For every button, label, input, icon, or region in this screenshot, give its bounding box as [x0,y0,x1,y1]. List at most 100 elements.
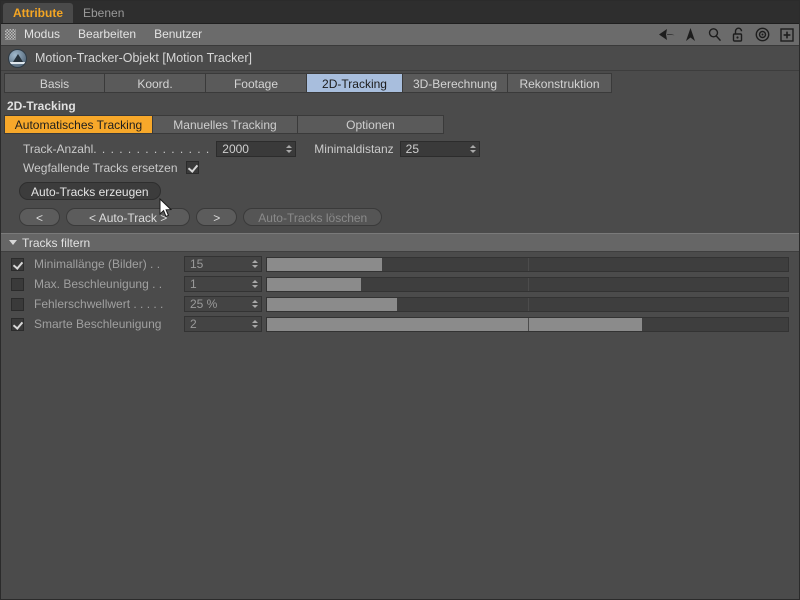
filter-row-fehlerschwellwert: Fehlerschwellwert . . . . . 25 % [1,294,799,314]
subtab-automatisches-tracking-label: Automatisches Tracking [14,118,143,132]
smarte-beschleunigung-stepper[interactable] [249,317,261,331]
auto-track-label: < Auto-Track > [89,211,168,225]
minimallaenge-slider[interactable] [266,256,789,272]
max-beschleunigung-value: 1 [190,277,197,291]
fehlerschwellwert-stepper[interactable] [249,297,261,311]
minimaldistanz-value: 25 [405,141,419,156]
fehlerschwellwert-slider-midmark [527,297,529,311]
max-beschleunigung-checkbox[interactable] [11,277,24,291]
wegfallende-tracks-checkbox[interactable] [185,161,199,174]
tab-koord-label: Koord. [137,77,173,91]
next-track-label: > [213,211,221,225]
sub-tab-bar: Automatisches Tracking Manuelles Trackin… [4,115,796,135]
minimaldistanz-stepper[interactable] [467,142,479,156]
smarte-beschleunigung-checkbox[interactable] [11,317,24,331]
prev-track-label: < [36,211,44,225]
tab-3d-berechnung[interactable]: 3D-Berechnung [402,73,507,93]
tracks-filtern-rows: Minimallänge (Bilder) . . 15 Max. Beschl… [1,252,799,334]
smarte-beschleunigung-value: 2 [190,317,197,331]
track-anzahl-value: 2000 [222,141,249,156]
wegfallende-tracks-label: Wegfallende Tracks ersetzen [23,160,178,175]
track-anzahl-input[interactable]: 2000 [216,140,297,157]
dots-grip-icon[interactable] [5,29,16,40]
minimaldistanz-label: Minimaldistanz [314,141,394,156]
tab-basis-label: Basis [39,77,70,91]
minimallaenge-input[interactable]: 15 [184,256,262,272]
minimallaenge-stepper[interactable] [249,257,261,271]
target-icon[interactable] [754,26,771,43]
max-beschleunigung-input[interactable]: 1 [184,276,262,292]
minimallaenge-label: Minimallänge (Bilder) . . [34,257,161,271]
smarte-beschleunigung-slider[interactable] [266,316,789,332]
palette-tab-attribute-label: Attribute [13,6,63,20]
generate-button-row: Auto-Tracks erzeugen [1,177,799,205]
subtab-manuelles-tracking[interactable]: Manuelles Tracking [152,115,297,134]
track-anzahl-stepper[interactable] [283,142,295,156]
tab-koord[interactable]: Koord. [104,73,205,93]
motion-tracker-icon-bar [10,61,25,64]
search-icon[interactable] [706,26,723,43]
minimallaenge-slider-midmark [527,257,529,271]
smarte-beschleunigung-slider-midmark [527,317,529,331]
auto-tracks-erzeugen-label: Auto-Tracks erzeugen [31,185,149,199]
tab-rekonstruktion[interactable]: Rekonstruktion [507,73,612,93]
prev-track-button[interactable]: < [19,208,61,226]
motion-tracker-icon [8,48,27,68]
max-beschleunigung-stepper[interactable] [249,277,261,291]
tab-basis[interactable]: Basis [4,73,104,93]
minimallaenge-checkbox[interactable] [11,257,24,271]
up-arrow-icon[interactable] [682,26,699,43]
palette-tab-ebenen-label: Ebenen [83,6,125,20]
tab-3d-berechnung-label: 3D-Berechnung [412,77,498,91]
menu-item-benutzer[interactable]: Benutzer [154,24,202,45]
tracks-filtern-group-header[interactable]: Tracks filtern [1,233,799,252]
max-beschleunigung-slider-fill [267,277,361,291]
subtab-manuelles-tracking-label: Manuelles Tracking [173,118,277,132]
tab-footage-label: Footage [233,77,279,91]
back-arrow-icon[interactable] [658,26,675,43]
menu-item-modus[interactable]: Modus [24,24,60,45]
palette-tab-attribute[interactable]: Attribute [3,3,73,23]
smarte-beschleunigung-input[interactable]: 2 [184,316,262,332]
fehlerschwellwert-slider[interactable] [266,296,789,312]
page-title: Motion-Tracker-Objekt [Motion Tracker] [35,51,252,65]
max-beschleunigung-label: Max. Beschleunigung . . [34,277,163,291]
tab-rekonstruktion-label: Rekonstruktion [519,77,600,91]
max-beschleunigung-slider-midmark [527,277,529,291]
parameter-area: Track-Anzahl . . . . . . . . . . . . . .… [1,135,799,229]
menu-item-bearbeiten[interactable]: Bearbeiten [78,24,136,45]
max-beschleunigung-slider[interactable] [266,276,789,292]
smarte-beschleunigung-slider-fill [267,317,643,331]
auto-track-button[interactable]: < Auto-Track > [66,208,191,226]
fehlerschwellwert-checkbox[interactable] [11,297,24,311]
auto-tracks-loeschen-label: Auto-Tracks löschen [258,211,368,225]
palette-tab-ebenen[interactable]: Ebenen [73,3,135,23]
chevron-down-icon [9,240,17,245]
track-navigation-row: < < Auto-Track > > Auto-Tracks löschen [1,205,799,229]
subtab-optionen-label: Optionen [346,118,395,132]
attribute-tab-bar: Basis Koord. Footage 2D-Tracking 3D-Bere… [4,73,796,94]
menu-bar: Modus Bearbeiten Benutzer [1,24,799,46]
next-track-button[interactable]: > [196,208,238,226]
row-track-anzahl: Track-Anzahl . . . . . . . . . . . . . .… [1,139,799,158]
tracks-filtern-label: Tracks filtern [22,235,91,250]
plus-box-icon[interactable] [778,26,795,43]
tab-footage[interactable]: Footage [205,73,306,93]
palette-tab-bar: Attribute Ebenen [1,1,799,24]
lock-open-icon[interactable] [730,26,747,43]
subtab-automatisches-tracking[interactable]: Automatisches Tracking [4,115,152,134]
object-header: Motion-Tracker-Objekt [Motion Tracker] [1,46,799,71]
fehlerschwellwert-input[interactable]: 25 % [184,296,262,312]
minimaldistanz-input[interactable]: 25 [399,140,480,157]
menu-bar-icon-group [658,26,799,43]
auto-tracks-erzeugen-button[interactable]: Auto-Tracks erzeugen [19,182,161,200]
minimallaenge-slider-fill [267,257,382,271]
subtab-optionen[interactable]: Optionen [297,115,444,134]
auto-tracks-loeschen-button[interactable]: Auto-Tracks löschen [243,208,383,226]
track-anzahl-dots: . . . . . . . . . . . . . . [93,141,211,156]
section-title: 2D-Tracking [1,97,799,115]
attribute-manager-window: Attribute Ebenen Modus Bearbeiten Benutz… [0,0,800,600]
tab-2d-tracking[interactable]: 2D-Tracking [306,73,402,93]
track-anzahl-label: Track-Anzahl [23,141,94,156]
filter-row-smarte-beschleunigung: Smarte Beschleunigung 2 [1,314,799,334]
